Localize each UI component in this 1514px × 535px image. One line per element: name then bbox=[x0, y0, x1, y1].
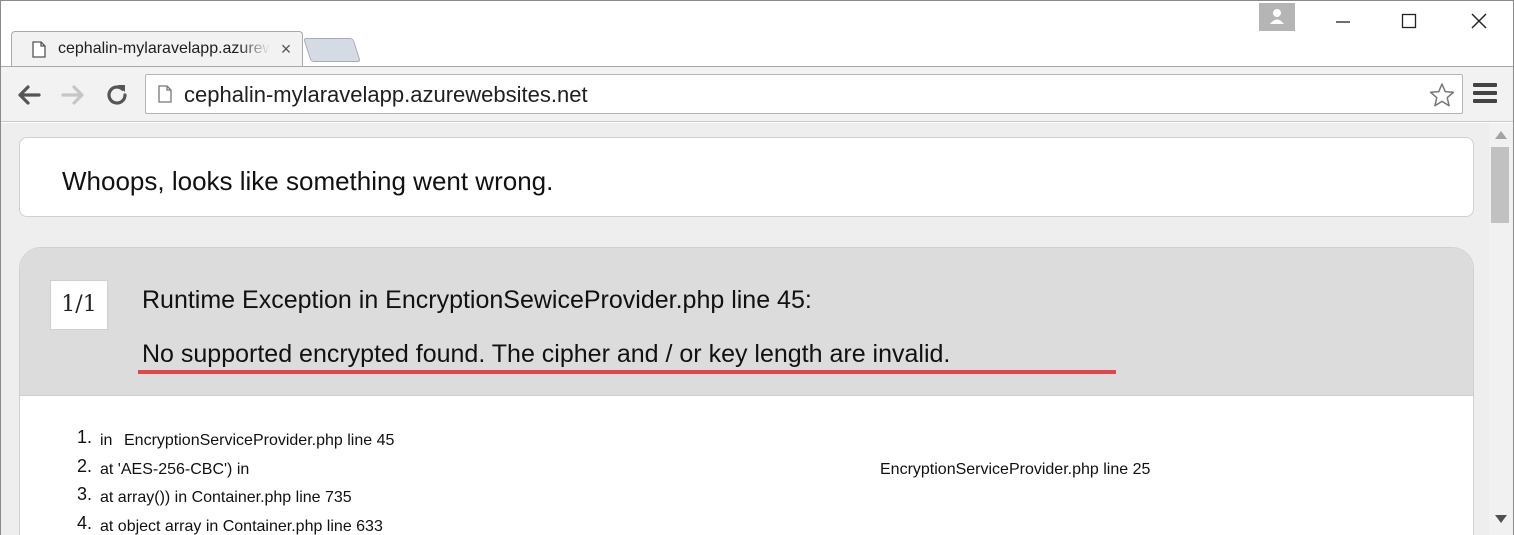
url-input[interactable] bbox=[184, 82, 1384, 108]
scroll-down-arrow-icon[interactable] bbox=[1495, 515, 1507, 523]
trace-prefix: in bbox=[100, 432, 113, 449]
trace-item: 1. in EncryptionServiceProvider.php line… bbox=[68, 427, 1448, 459]
whoops-heading: Whoops, looks like something went wrong. bbox=[62, 166, 554, 196]
close-icon bbox=[1471, 13, 1487, 29]
trace-number: 1. bbox=[76, 427, 92, 447]
menu-icon bbox=[1473, 83, 1501, 103]
new-tab-button[interactable] bbox=[303, 38, 361, 62]
close-window-button[interactable] bbox=[1457, 1, 1501, 41]
tab-strip: cephalin-mylaravelapp.azurewebsites.net … bbox=[1, 1, 1513, 67]
stack-trace: 1. in EncryptionServiceProvider.php line… bbox=[68, 427, 1448, 535]
back-button[interactable] bbox=[13, 79, 45, 111]
trace-number: 4. bbox=[76, 512, 92, 533]
reload-button[interactable] bbox=[101, 79, 133, 111]
maximize-icon bbox=[1401, 13, 1417, 29]
exception-panel: 1/1 Runtime Exception in EncryptionSewic… bbox=[19, 247, 1474, 535]
forward-button[interactable] bbox=[57, 79, 89, 111]
trace-text: EncryptionServiceProvider.php line 45 bbox=[124, 432, 395, 449]
address-bar[interactable] bbox=[145, 74, 1463, 114]
trace-number: 3. bbox=[76, 484, 92, 504]
scroll-up-arrow-icon[interactable] bbox=[1495, 131, 1507, 139]
user-icon bbox=[1270, 9, 1284, 24]
exception-header: 1/1 Runtime Exception in EncryptionSewic… bbox=[20, 248, 1473, 396]
trace-text: at 'AES-256-CBC') in bbox=[100, 460, 250, 478]
trace-item: 2. at 'AES-256-CBC') in EncryptionServic… bbox=[68, 455, 1448, 488]
reload-icon bbox=[107, 85, 127, 105]
minimize-icon bbox=[1336, 21, 1350, 23]
trace-item: 3. at array()) in Container.php line 735 bbox=[68, 484, 1448, 516]
vertical-scrollbar[interactable] bbox=[1489, 123, 1513, 535]
browser-menu-button[interactable] bbox=[1473, 83, 1501, 107]
trace-location: EncryptionServiceProvider.php line 25 bbox=[880, 460, 1151, 478]
page-icon bbox=[158, 85, 172, 103]
maximize-button[interactable] bbox=[1387, 1, 1431, 41]
back-arrow-icon bbox=[18, 85, 41, 105]
trace-text: at object array in Container.php line 63… bbox=[100, 517, 383, 535]
whoops-panel: Whoops, looks like something went wrong. bbox=[19, 137, 1474, 217]
tab-close-button[interactable]: × bbox=[276, 39, 296, 59]
scroll-thumb[interactable] bbox=[1491, 147, 1509, 223]
exception-title: Runtime Exception in EncryptionSewicePro… bbox=[142, 286, 812, 314]
profile-button[interactable] bbox=[1259, 3, 1295, 31]
message-highlight-underline bbox=[138, 370, 1116, 374]
minimize-button[interactable] bbox=[1321, 1, 1365, 41]
forward-arrow-icon bbox=[61, 85, 84, 105]
browser-toolbar bbox=[1, 66, 1513, 122]
trace-item: 4. at object array in Container.php line… bbox=[68, 512, 1448, 535]
trace-number: 2. bbox=[76, 455, 92, 476]
browser-tab[interactable]: cephalin-mylaravelapp.azurewebsites.net … bbox=[11, 31, 303, 67]
tab-title: cephalin-mylaravelapp.azurewebsites.net bbox=[58, 40, 270, 57]
page-icon bbox=[32, 41, 46, 58]
bookmark-button[interactable] bbox=[1428, 81, 1456, 109]
page-viewport: Whoops, looks like something went wrong.… bbox=[1, 123, 1489, 535]
star-icon bbox=[1429, 83, 1455, 107]
exception-counter: 1/1 bbox=[50, 280, 108, 330]
exception-message: No supported encrypted found. The cipher… bbox=[142, 340, 951, 368]
trace-text: at array()) in Container.php line 735 bbox=[100, 489, 352, 506]
